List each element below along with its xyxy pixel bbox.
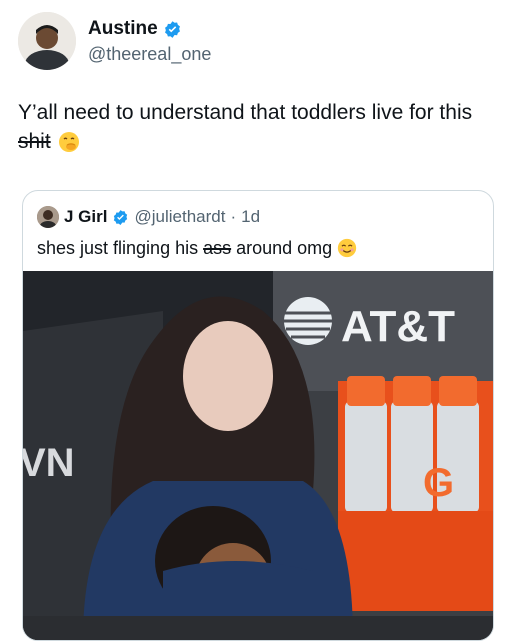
- quoted-tweet-photo[interactable]: AT&T VN G: [23, 271, 493, 640]
- quoted-text-before: shes just flinging his: [37, 237, 204, 258]
- quoted-tweet[interactable]: J Girl @juliethardt · 1d shes just fling…: [22, 190, 494, 641]
- verified-badge-icon: [114, 209, 128, 225]
- face-with-hand-over-mouth-emoji: [58, 132, 79, 153]
- left-sign-text: VN: [23, 441, 75, 485]
- tweet-header: Austine @theereal_one: [18, 12, 498, 70]
- smiling-face-emoji: [338, 238, 357, 258]
- tweet-text-struck: shit: [18, 130, 51, 153]
- quoted-tweet-header: J Girl @juliethardt · 1d: [37, 205, 260, 229]
- author-handle[interactable]: @theereal_one: [88, 44, 211, 65]
- att-globe-icon: [284, 297, 332, 345]
- author-name[interactable]: Austine: [88, 18, 182, 40]
- tweet-text-main: Y’all need to understand that toddlers l…: [18, 101, 473, 124]
- tweet-text: Y’all need to understand that toddlers l…: [18, 98, 488, 156]
- quoted-text-after: around omg: [231, 237, 333, 258]
- quoted-tweet-text: shes just flinging his ass around omg: [37, 237, 358, 259]
- quoted-author-avatar[interactable]: [37, 206, 59, 228]
- verified-badge-icon: [164, 20, 180, 38]
- author-name-text[interactable]: Austine: [88, 18, 158, 40]
- sign-text: AT&T: [341, 302, 455, 351]
- author-avatar[interactable]: [18, 12, 76, 70]
- bottle-letter: G: [423, 461, 454, 505]
- photo-scene: AT&T VN G: [23, 271, 493, 640]
- quoted-text-struck: ass: [203, 237, 232, 258]
- quoted-author-handle[interactable]: @juliethardt: [134, 207, 225, 227]
- quoted-author-name[interactable]: J Girl: [64, 207, 107, 227]
- time-separator: ·: [230, 207, 237, 226]
- quoted-timestamp[interactable]: 1d: [241, 207, 260, 227]
